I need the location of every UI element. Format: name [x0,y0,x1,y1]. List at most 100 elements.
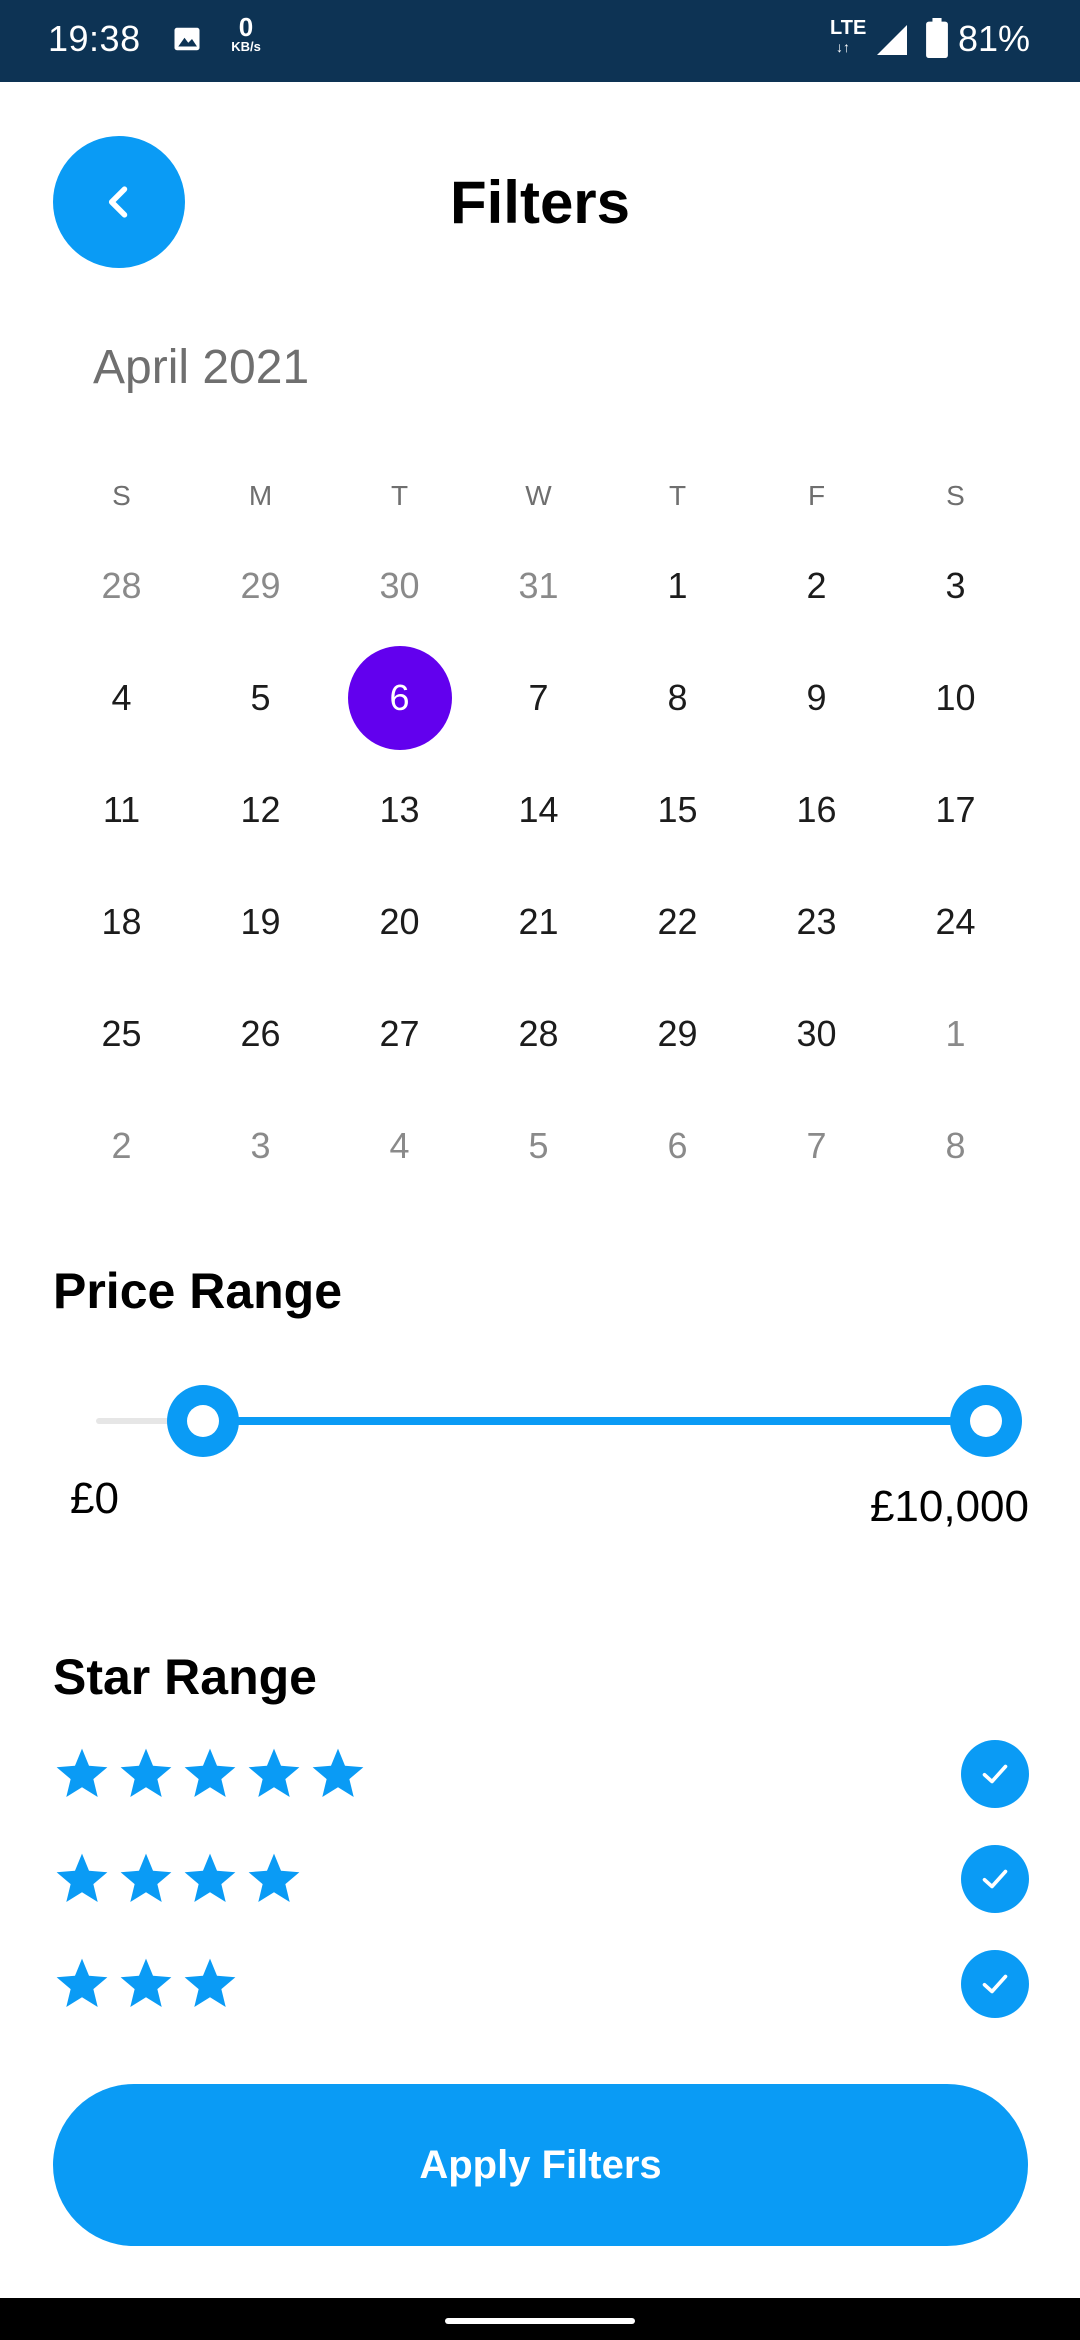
calendar-day[interactable]: 27 [330,978,469,1090]
calendar-day[interactable]: 30 [330,530,469,642]
star-icon [184,1748,236,1797]
check-icon [982,1869,1008,1889]
home-indicator[interactable] [445,2318,635,2324]
calendar-day[interactable]: 5 [469,1090,608,1202]
calendar-day[interactable]: 23 [747,866,886,978]
calendar-day[interactable]: 10 [886,642,1025,754]
calendar-day[interactable]: 20 [330,866,469,978]
calendar-day-number: 15 [657,789,698,830]
star-range-option-5[interactable] [53,1738,1029,1810]
calendar-day[interactable]: 18 [52,866,191,978]
weekday-label: F [807,480,826,511]
star-range-checkbox[interactable] [961,1845,1029,1913]
calendar-day[interactable]: 2 [52,1090,191,1202]
calendar-day-number: 2 [111,1125,132,1166]
calendar-day[interactable]: 4 [330,1090,469,1202]
calendar-day[interactable]: 3 [886,530,1025,642]
calendar-day-number: 30 [379,565,420,606]
check-icon [982,1764,1008,1784]
star-icon [184,1853,236,1902]
calendar-day-number: 5 [250,677,271,718]
calendar-day[interactable]: 1 [886,978,1025,1090]
calendar-day-number: 8 [945,1125,966,1166]
calendar-month-label: April 2021 [93,341,310,394]
calendar-day[interactable]: 28 [469,978,608,1090]
network-activity-icon: ↓↑ [836,39,850,55]
star-range-option-3[interactable] [53,1948,1029,2020]
calendar-day[interactable]: 19 [191,866,330,978]
calendar-day-number: 18 [101,901,142,942]
calendar-day-number: 7 [528,677,549,718]
calendar-day-number: 4 [111,677,132,718]
calendar-day[interactable]: 30 [747,978,886,1090]
calendar-day[interactable]: 3 [191,1090,330,1202]
calendar-day[interactable]: 29 [608,978,747,1090]
calendar-day-number: 9 [806,677,827,718]
calendar-day-number: 12 [240,789,281,830]
calendar-day[interactable]: 22 [608,866,747,978]
star-icon [56,1853,108,1902]
calendar-day[interactable]: 13 [330,754,469,866]
star-icon [56,1748,108,1797]
calendar-day[interactable]: 6 [608,1090,747,1202]
network-type: LTE [830,17,867,39]
calendar-day[interactable]: 2 [747,530,886,642]
calendar-day[interactable]: 7 [747,1090,886,1202]
calendar-day[interactable]: 17 [886,754,1025,866]
calendar-day[interactable]: 9 [747,642,886,754]
calendar-day-number: 30 [796,1013,837,1054]
calendar-day[interactable]: 31 [469,530,608,642]
star-range-option-4[interactable] [53,1843,1029,1915]
weekday-label: W [525,480,552,511]
check-icon [982,1974,1008,1994]
battery-percent: 81% [958,18,1031,59]
weekday-label: M [248,480,273,511]
calendar-day-number: 14 [518,789,559,830]
star-icon [120,1748,172,1797]
calendar-day-number: 3 [945,565,966,606]
calendar-day[interactable]: 25 [52,978,191,1090]
calendar-day[interactable]: 28 [52,530,191,642]
calendar-day-number: 25 [101,1013,142,1054]
calendar-day-number: 29 [240,565,281,606]
calendar-day[interactable]: 4 [52,642,191,754]
calendar-day[interactable]: 1 [608,530,747,642]
price-slider-max-handle[interactable] [950,1385,1022,1457]
calendar-day[interactable]: 24 [886,866,1025,978]
network-speed-unit: KB/s [231,39,261,54]
calendar-day[interactable]: 7 [469,642,608,754]
calendar-day[interactable]: 11 [52,754,191,866]
calendar-day[interactable]: 29 [191,530,330,642]
star-icon [248,1853,300,1902]
calendar-weekday-header: S M T W T F S [52,480,1026,512]
calendar-day[interactable]: 21 [469,866,608,978]
apply-filters-button[interactable]: Apply Filters [53,2084,1028,2246]
network-speed: 0 KB/s [226,14,266,54]
star-rating [53,1850,303,1908]
calendar-day-number: 1 [945,1013,966,1054]
calendar-day-selected[interactable]: 6 [330,642,469,754]
star-icon [184,1958,236,2007]
calendar-day-number: 27 [379,1013,420,1054]
star-icon [120,1853,172,1902]
calendar-day[interactable]: 15 [608,754,747,866]
calendar-day-number: 10 [935,677,976,718]
calendar-day-number: 29 [657,1013,698,1054]
star-range-checkbox[interactable] [961,1950,1029,2018]
calendar-day[interactable]: 8 [608,642,747,754]
calendar-day-number: 17 [935,789,976,830]
calendar-day-number: 19 [240,901,281,942]
star-range-checkbox[interactable] [961,1740,1029,1808]
calendar-day[interactable]: 8 [886,1090,1025,1202]
calendar-day[interactable]: 14 [469,754,608,866]
star-rating [53,1955,239,2013]
price-slider-min-handle[interactable] [166,1385,239,1457]
calendar-day[interactable]: 16 [747,754,886,866]
calendar-day[interactable]: 26 [191,978,330,1090]
calendar-day[interactable]: 12 [191,754,330,866]
calendar-day[interactable]: 5 [191,642,330,754]
star-icon [120,1958,172,2007]
filters-screen: 19:38 0 KB/s LTE ↓↑ 81% Filters April 20… [0,0,1080,2340]
calendar-day-number: 23 [796,901,837,942]
calendar-day-number: 26 [240,1013,281,1054]
